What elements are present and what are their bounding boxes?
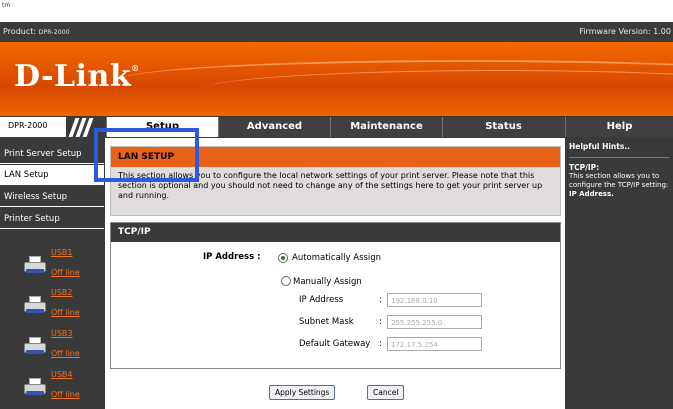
help-topic: TCP/IP:: [569, 163, 600, 172]
corner-mark: tm: [2, 2, 11, 9]
gateway-field-colon: :: [379, 339, 382, 349]
printer-icon: [22, 337, 48, 355]
usb4-status[interactable]: Off line: [51, 390, 80, 399]
sidebar-item-lan-setup[interactable]: LAN Setup: [0, 165, 104, 185]
help-divider: [569, 157, 669, 158]
usb3-link[interactable]: USB3: [51, 329, 73, 338]
default-gateway-input[interactable]: [387, 337, 482, 351]
sidebar: Print Server Setup LAN Setup Wireless Se…: [0, 138, 105, 409]
auto-assign-label[interactable]: Automatically Assign: [292, 253, 381, 263]
firmware-version: Firmware Version: 1.00: [579, 27, 671, 36]
tab-maintenance[interactable]: Maintenance: [330, 117, 442, 137]
product-model: DPR-2000: [38, 29, 70, 36]
usb1-status[interactable]: Off line: [51, 268, 80, 277]
help-text: This section allows you to configure the…: [569, 172, 669, 198]
tab-status[interactable]: Status: [442, 117, 564, 137]
mask-field-colon: :: [379, 317, 382, 327]
dlink-logo: D-Link®: [14, 59, 140, 94]
mask-field-label: Subnet Mask: [299, 317, 354, 327]
usb4-link[interactable]: USB4: [51, 370, 73, 379]
ip-address-label: IP Address :: [203, 252, 261, 262]
subnet-mask-input[interactable]: [387, 315, 482, 329]
ip-address-input[interactable]: [387, 293, 482, 307]
usb2-status[interactable]: Off line: [51, 308, 80, 317]
ip-field-colon: :: [379, 295, 382, 305]
usb1-link[interactable]: USB1: [51, 248, 73, 257]
highlight-box: [94, 128, 199, 182]
usb-port-1: USB1 Off line: [20, 246, 100, 284]
sidebar-item-print-server-setup[interactable]: Print Server Setup: [0, 144, 104, 164]
model-label: DPR-2000: [0, 117, 70, 137]
sidebar-item-wireless-setup[interactable]: Wireless Setup: [0, 187, 104, 207]
usb-port-2: USB2 Off line: [20, 286, 100, 324]
help-panel: Helpful Hints.. TCP/IP: This section all…: [565, 138, 673, 409]
manual-assign-radio[interactable]: [281, 276, 291, 286]
usb-port-3: USB3 Off line: [20, 327, 100, 365]
printer-icon: [22, 296, 48, 314]
brand-banner: D-Link®: [0, 42, 673, 116]
usb3-status[interactable]: Off line: [51, 349, 80, 358]
gateway-field-label: Default Gateway: [299, 339, 371, 349]
ip-field-label: IP Address: [299, 295, 344, 305]
product-label: Product: DPR-2000: [3, 27, 70, 36]
help-heading: Helpful Hints..: [569, 142, 631, 151]
tab-advanced[interactable]: Advanced: [218, 117, 330, 137]
tab-help[interactable]: Help: [565, 117, 673, 137]
printer-icon: [22, 256, 48, 274]
apply-settings-button[interactable]: Apply Settings: [269, 385, 336, 400]
tcpip-section: TCP/IP IP Address : Automatically Assign…: [110, 222, 561, 369]
sidebar-item-printer-setup[interactable]: Printer Setup: [0, 209, 104, 229]
printer-icon: [22, 378, 48, 396]
auto-assign-radio[interactable]: [278, 253, 288, 263]
manual-assign-label[interactable]: Manually Assign: [293, 277, 362, 287]
product-bar: Product: DPR-2000 Firmware Version: 1.00: [0, 22, 673, 42]
cancel-button[interactable]: Cancel: [367, 385, 405, 400]
section-title: TCP/IP: [111, 223, 560, 242]
usb2-link[interactable]: USB2: [51, 288, 73, 297]
usb-port-4: USB4 Off line: [20, 368, 100, 406]
